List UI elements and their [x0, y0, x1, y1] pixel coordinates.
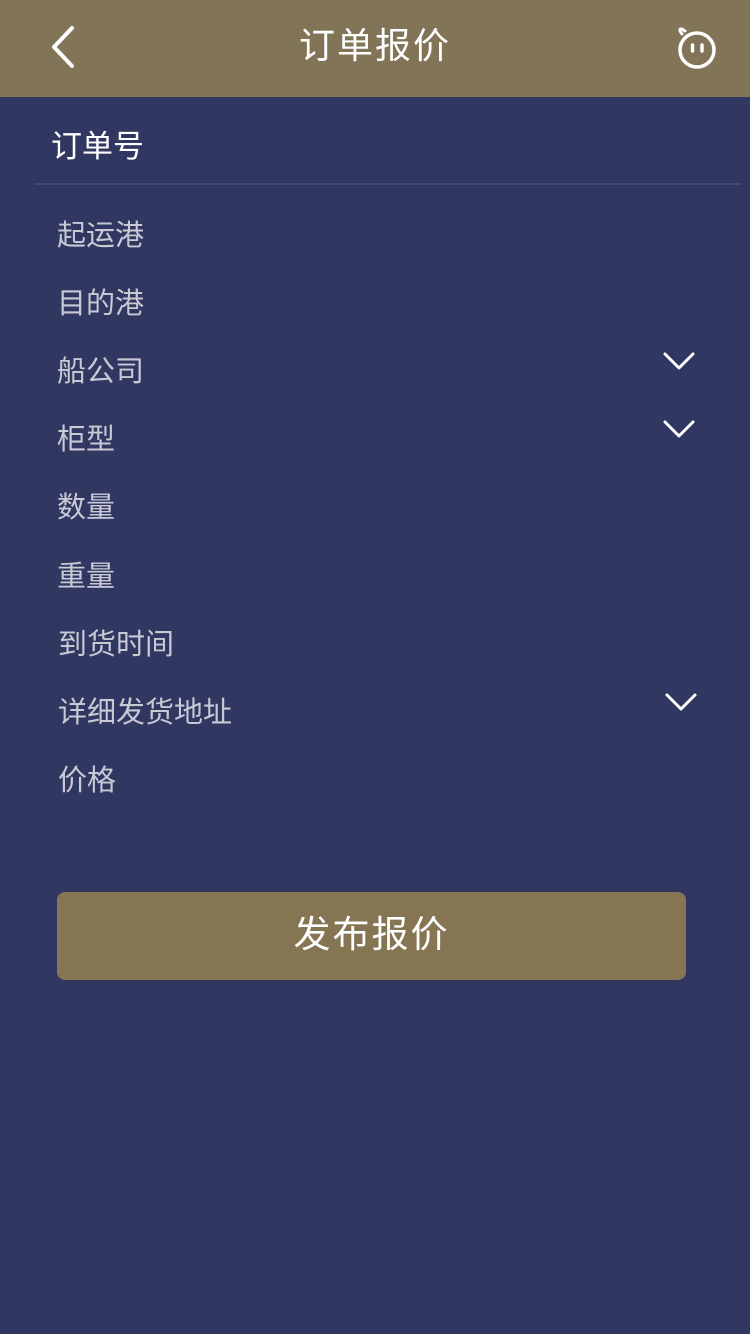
field-label: 价格 [58, 763, 117, 797]
field-label: 详细发货地址 [58, 695, 233, 729]
order-quote-screen: 订单报价 订单号 起运港 目的港 船公司 柜型 数量 重量 到货时间 详细发货地… [0, 0, 750, 1334]
field-weight[interactable]: 重量 [0, 541, 750, 601]
field-price[interactable]: 价格 [0, 745, 750, 805]
field-label: 重量 [57, 559, 116, 593]
page-title: 订单报价 [298, 26, 451, 67]
field-label: 起运港 [57, 218, 145, 252]
publish-quote-button[interactable]: 发布报价 [57, 892, 686, 980]
divider [34, 183, 741, 185]
field-shipping-address[interactable]: 详细发货地址 [0, 677, 750, 737]
chevron-down-icon[interactable] [662, 350, 696, 372]
order-number-label: 订单号 [51, 129, 144, 165]
field-shipping-company[interactable]: 船公司 [0, 336, 750, 396]
field-origin-port[interactable]: 起运港 [0, 200, 750, 260]
emoji-face-icon[interactable] [674, 26, 720, 72]
field-arrival-time[interactable]: 到货时间 [0, 609, 750, 669]
field-destination-port[interactable]: 目的港 [0, 268, 750, 328]
chevron-down-icon[interactable] [664, 691, 698, 713]
field-quantity[interactable]: 数量 [0, 472, 750, 532]
field-label: 柜型 [57, 422, 116, 456]
field-label: 数量 [57, 490, 116, 524]
navigation-bar: 订单报价 [0, 0, 750, 97]
field-label: 目的港 [57, 286, 145, 320]
order-number-row: 订单号 [0, 97, 750, 185]
field-label: 到货时间 [58, 627, 175, 661]
chevron-down-icon[interactable] [662, 418, 696, 440]
field-container-type[interactable]: 柜型 [0, 404, 750, 464]
field-label: 船公司 [57, 354, 145, 388]
